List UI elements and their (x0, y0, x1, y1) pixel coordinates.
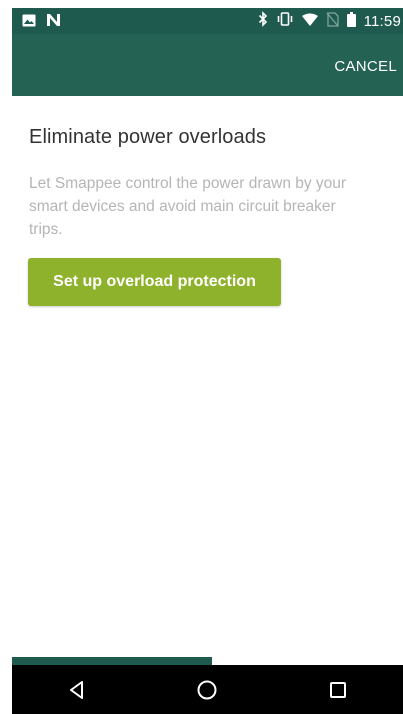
app-bar: CANCEL (12, 34, 403, 96)
card-title: Eliminate power overloads (29, 126, 267, 148)
status-left-icons (22, 12, 61, 31)
status-right-icons: 11:59 (258, 11, 401, 31)
overload-card: Eliminate power overloads Let Smappee co… (12, 96, 403, 320)
navigation-bar (12, 665, 403, 714)
card-description: Let Smappee control the power drawn by y… (29, 175, 347, 238)
image-icon (22, 12, 36, 31)
bluetooth-icon (258, 11, 268, 31)
recents-icon[interactable] (318, 670, 358, 710)
battery-icon (346, 11, 356, 31)
bottom-progress-strip (12, 657, 212, 665)
vibrate-icon (276, 12, 294, 30)
back-icon[interactable] (57, 670, 97, 710)
no-sim-icon (326, 11, 339, 31)
cancel-button[interactable]: CANCEL (334, 54, 397, 79)
setup-overload-protection-button[interactable]: Set up overload protection (28, 258, 281, 306)
status-time: 11:59 (363, 12, 401, 30)
screen: 11:59 CANCEL Eliminate power overloads L… (0, 0, 403, 714)
home-icon[interactable] (187, 670, 227, 710)
status-bar: 11:59 (12, 8, 403, 34)
n-notification-icon (46, 12, 61, 31)
wifi-icon (301, 13, 318, 30)
